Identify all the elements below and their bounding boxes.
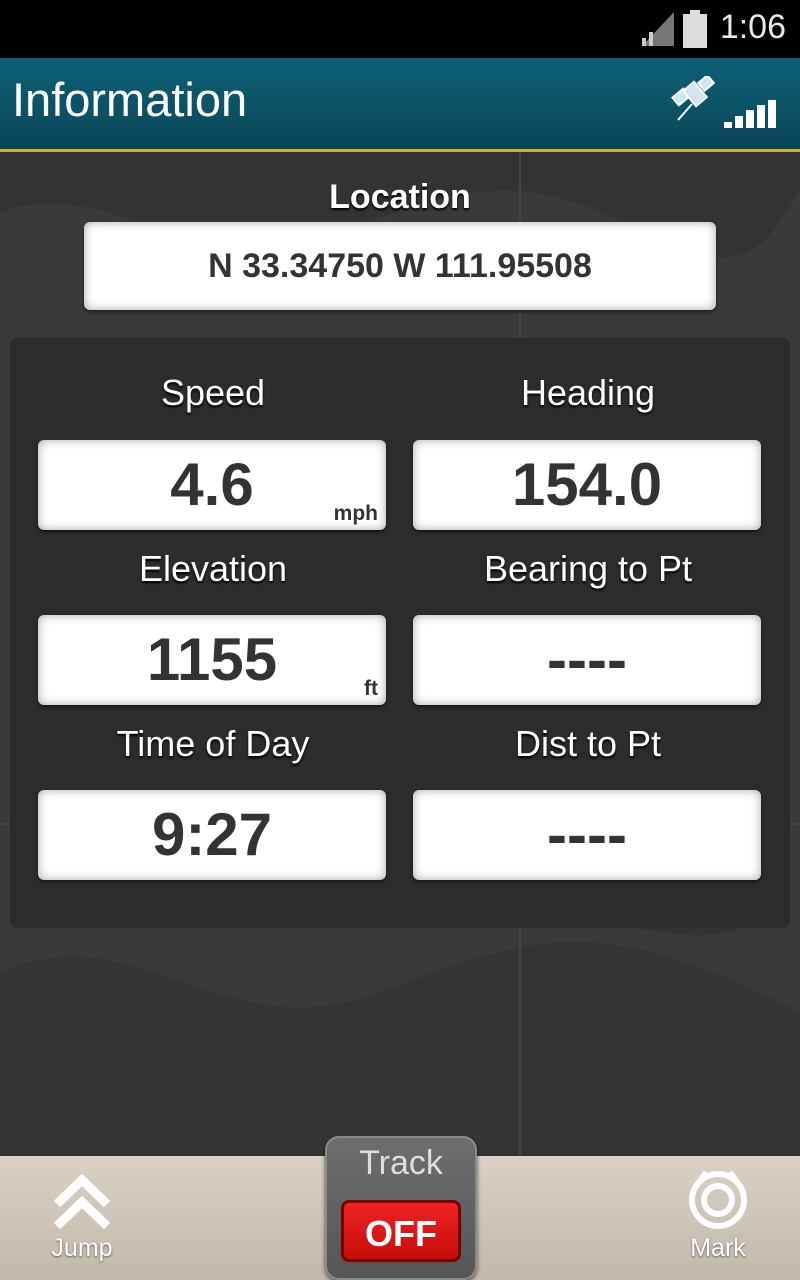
dist-field[interactable]: ---- bbox=[413, 790, 761, 880]
location-label: Location bbox=[329, 178, 471, 216]
time-of-day-label: Time of Day bbox=[116, 723, 310, 764]
bearing-label: Bearing to Pt bbox=[483, 548, 693, 589]
dist-label: Dist to Pt bbox=[514, 723, 662, 764]
app-header: Information bbox=[0, 58, 800, 152]
elevation-value: 1155 bbox=[146, 626, 278, 693]
dist-value: ---- bbox=[547, 801, 627, 868]
gps-satellite-icon[interactable] bbox=[668, 76, 718, 126]
jump-chevron-icon bbox=[53, 1173, 111, 1230]
status-bar: 1:06 bbox=[0, 0, 800, 58]
signal-icon bbox=[642, 12, 674, 46]
speed-value: 4.6 bbox=[170, 451, 254, 518]
jump-label: Jump bbox=[51, 1234, 113, 1262]
time-of-day-value: 9:27 bbox=[151, 801, 273, 868]
heading-label: Heading bbox=[520, 372, 656, 413]
heading-field[interactable]: 154.0 bbox=[413, 440, 761, 530]
bearing-value: ---- bbox=[547, 626, 627, 693]
battery-icon bbox=[683, 10, 707, 48]
speed-label: Speed bbox=[160, 372, 266, 413]
time-of-day-field[interactable]: 9:27 bbox=[38, 790, 386, 880]
signal-strength-icon bbox=[724, 100, 776, 128]
heading-value: 154.0 bbox=[511, 451, 663, 518]
mark-button[interactable]: Mark bbox=[678, 1168, 758, 1263]
elevation-label: Elevation bbox=[138, 548, 288, 589]
status-time: 1:06 bbox=[719, 8, 786, 46]
bearing-field[interactable]: ---- bbox=[413, 615, 761, 705]
location-value: N 33.34750 W 111.95508 bbox=[84, 222, 716, 310]
page-title: Information bbox=[12, 73, 248, 126]
speed-field[interactable]: 4.6 mph bbox=[38, 440, 386, 530]
track-label: Track bbox=[359, 1144, 443, 1182]
mark-target-icon bbox=[689, 1170, 747, 1229]
speed-unit: mph bbox=[333, 502, 378, 525]
mark-label: Mark bbox=[690, 1234, 746, 1262]
track-control: Track OFF bbox=[325, 1136, 477, 1280]
elevation-field[interactable]: 1155 ft bbox=[38, 615, 386, 705]
jump-button[interactable]: Jump bbox=[40, 1170, 124, 1263]
track-toggle-button[interactable]: OFF bbox=[341, 1200, 461, 1262]
elevation-unit: ft bbox=[364, 677, 378, 700]
